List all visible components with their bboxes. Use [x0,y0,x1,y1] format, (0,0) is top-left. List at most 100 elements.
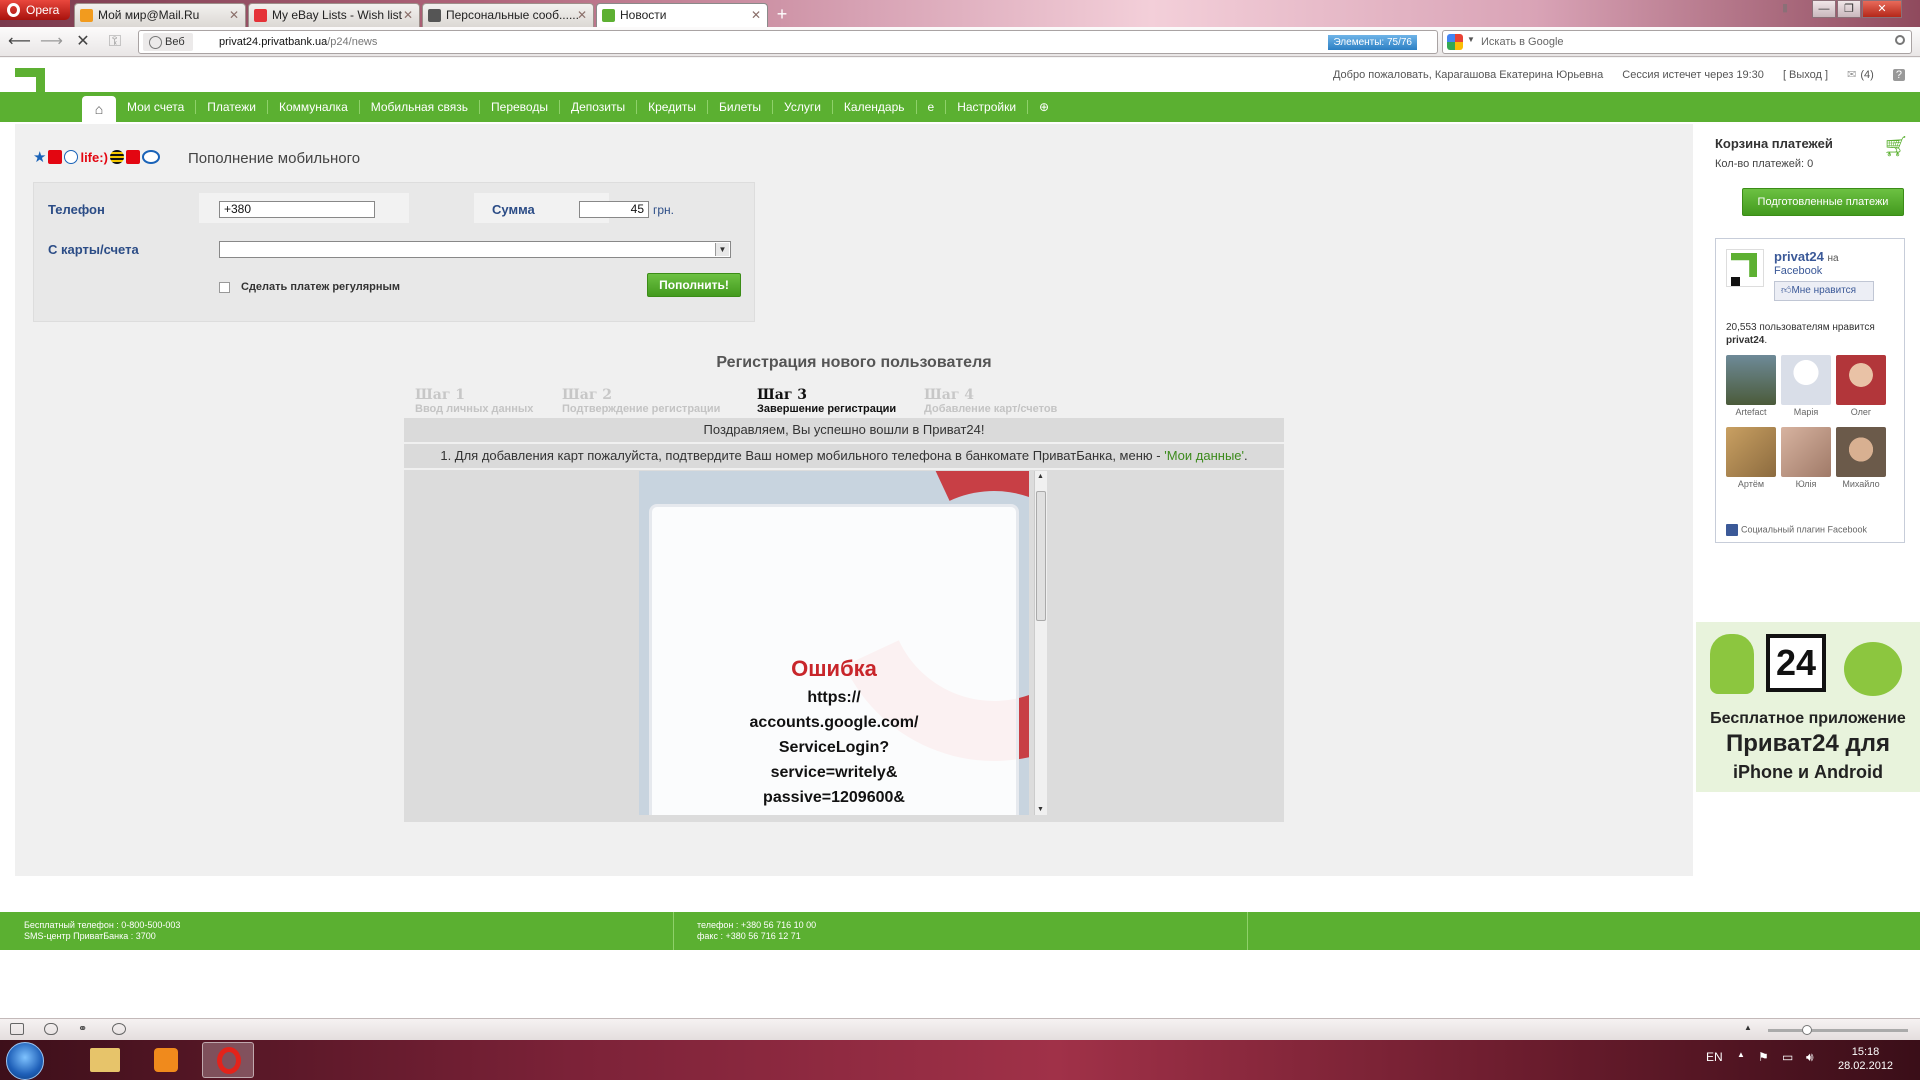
fb-face[interactable]: Артём [1726,427,1776,489]
facebook-icon [1726,524,1738,536]
fb-face[interactable]: Олег [1836,355,1886,417]
stop-x-icon[interactable]: ✕ [72,31,94,53]
menu-item-credits[interactable]: Кредиты [637,100,709,114]
menu-item-deposits[interactable]: Депозиты [560,100,638,114]
url-text[interactable]: privat24.privatbank.ua/p24/news [219,31,377,53]
mobile-app-ad-banner[interactable]: 24 Бесплатное приложение Приват24 для iP… [1696,622,1920,792]
scroll-up-icon[interactable]: ▲ [1037,473,1044,480]
my-data-link[interactable]: 'Мои данные' [1164,448,1244,463]
tray-expand-icon[interactable]: ▲ [1737,1050,1745,1059]
new-tab-plus-icon[interactable]: + [770,3,794,25]
fb-page-name[interactable]: privat24 на [1774,249,1839,264]
frame-scrollbar[interactable]: ▲ ▼ [1034,471,1047,815]
search-box[interactable]: ▼ Искать в Google [1442,30,1912,54]
opera-taskbar-icon[interactable] [202,1042,254,1078]
tab-title: Новости [620,8,667,22]
tab-close-icon[interactable]: ✕ [403,4,413,26]
help-icon[interactable]: ? [1892,69,1905,81]
avatar [1781,355,1831,405]
forward-arrow-icon[interactable]: ⟶ [40,31,63,53]
menu-item-calendar[interactable]: Календарь [833,100,917,114]
prepared-payments-button[interactable]: Подготовленные платежи [1742,188,1904,216]
shopping-cart-icon[interactable]: 🛒︎ [1883,134,1908,159]
fb-face[interactable]: Марія [1781,355,1831,417]
flag-icon[interactable]: ⚑ [1758,1050,1769,1064]
fb-plugin-text: Социальный плагин Facebook [1741,524,1868,535]
crosshair-icon[interactable]: ⊕ [1028,100,1060,114]
embedded-error-frame[interactable]: Ошибка https:// accounts.google.com/ Ser… [639,471,1029,815]
menu-item-mobile[interactable]: Мобильная связь [360,100,481,114]
tab-mailru[interactable]: Мой мир@Mail.Ru ✕ [74,3,246,27]
menu-item-settings[interactable]: Настройки [946,100,1029,114]
tab-news[interactable]: Новости ✕ [596,3,768,28]
explorer-folder-icon[interactable] [80,1042,132,1078]
key-icon[interactable]: ⚿ [104,31,126,53]
menu-item-tickets[interactable]: Билеты [708,100,774,114]
dropdown-arrow-icon[interactable]: ▼ [715,243,729,256]
minimize-icon[interactable]: — [1812,0,1836,18]
home-icon[interactable]: ⌂ [82,96,116,122]
tab-messages[interactable]: Персональные сооб...... ✕ [422,3,594,27]
menu-item-transfers[interactable]: Переводы [480,100,560,114]
restore-icon[interactable]: ❐ [1837,0,1861,18]
fb-face[interactable]: Artefact [1726,355,1776,417]
step-description: Ввод личных данных [415,403,534,415]
fb-face-name: Юлія [1795,479,1817,489]
tab-ebay[interactable]: My eBay Lists - Wish list ✕ [248,3,420,27]
scrollbar-thumb[interactable] [1036,491,1046,621]
panel-toggle-icon[interactable] [10,1023,24,1035]
network-icon[interactable]: ▭ [1782,1050,1793,1064]
google-icon[interactable] [1447,34,1463,50]
messages-count[interactable]: (4) [1860,69,1873,81]
cloud-icon[interactable] [44,1023,58,1035]
menu-item-services[interactable]: Услуги [773,100,833,114]
system-clock[interactable]: 15:18 28.02.2012 [1838,1045,1893,1073]
search-icon[interactable] [1895,35,1905,45]
footer-divider [1247,912,1248,950]
step-number: Шаг 4 [924,387,975,403]
envelope-icon[interactable]: ✉ [1847,69,1856,81]
fb-face-name: Олег [1850,407,1872,417]
language-indicator[interactable]: EN [1706,1050,1723,1064]
chevron-down-icon[interactable]: ▼ [1467,35,1475,44]
back-arrow-icon[interactable]: ⟵ [8,31,31,53]
zoom-slider-knob[interactable] [1802,1025,1812,1035]
address-bar[interactable]: Веб privat24.privatbank.ua/p24/news Элем… [138,30,1438,54]
fb-face[interactable]: Юлія [1781,427,1831,489]
logout-link[interactable]: [ Выход ] [1783,69,1828,81]
card-select[interactable]: ▼ [219,241,731,258]
tab-close-icon[interactable]: ✕ [577,4,587,26]
share-icon[interactable]: ⚭ [78,1023,92,1035]
amount-input[interactable]: 45 [579,201,649,218]
menu-item-utilities[interactable]: Коммуналка [268,100,360,114]
opera-menu-button[interactable]: Opera [0,0,70,20]
scroll-down-icon[interactable]: ▼ [1037,806,1044,813]
fb-like-label: Мне нравится [1791,285,1857,296]
address-scope[interactable]: Веб [143,33,193,51]
topup-submit-button[interactable]: Пополнить! [647,273,741,297]
windows-start-icon[interactable] [6,1042,44,1080]
close-window-icon[interactable]: ✕ [1862,0,1902,18]
tab-close-icon[interactable]: ✕ [229,4,239,26]
fb-network-link[interactable]: Facebook [1774,265,1822,277]
zoom-up-icon[interactable]: ▲ [1744,1023,1752,1032]
volume-icon[interactable]: 🔊︎ [1806,1050,1814,1065]
step-description: Завершение регистрации [757,403,897,415]
fb-social-plugin-label[interactable]: Социальный плагин Facebook [1726,524,1867,536]
note-text: 1. Для добавления карт пожалуйста, подтв… [440,448,1165,463]
opera-logo-icon [7,3,20,17]
fb-face[interactable]: Михайло [1836,427,1886,489]
tab-close-icon[interactable]: ✕ [751,4,761,26]
privat24-fb-logo[interactable] [1726,249,1764,287]
regular-payment-checkbox[interactable] [219,282,230,293]
menu-item-accounts[interactable]: Мои счета [116,100,197,114]
trash-icon[interactable]: ▮ [1775,0,1795,18]
menu-item-payments[interactable]: Платежи [196,100,268,114]
tab-strip: Opera Мой мир@Mail.Ru ✕ My eBay Lists - … [0,0,1920,28]
media-player-icon[interactable] [140,1042,192,1078]
phone-input[interactable]: +380 [219,201,375,218]
menu-item-e[interactable]: е [917,100,947,114]
speed-dial-icon[interactable] [112,1023,126,1035]
fb-like-button[interactable]: 👍︎Мне нравится [1774,281,1874,301]
zoom-slider[interactable] [1768,1025,1908,1035]
